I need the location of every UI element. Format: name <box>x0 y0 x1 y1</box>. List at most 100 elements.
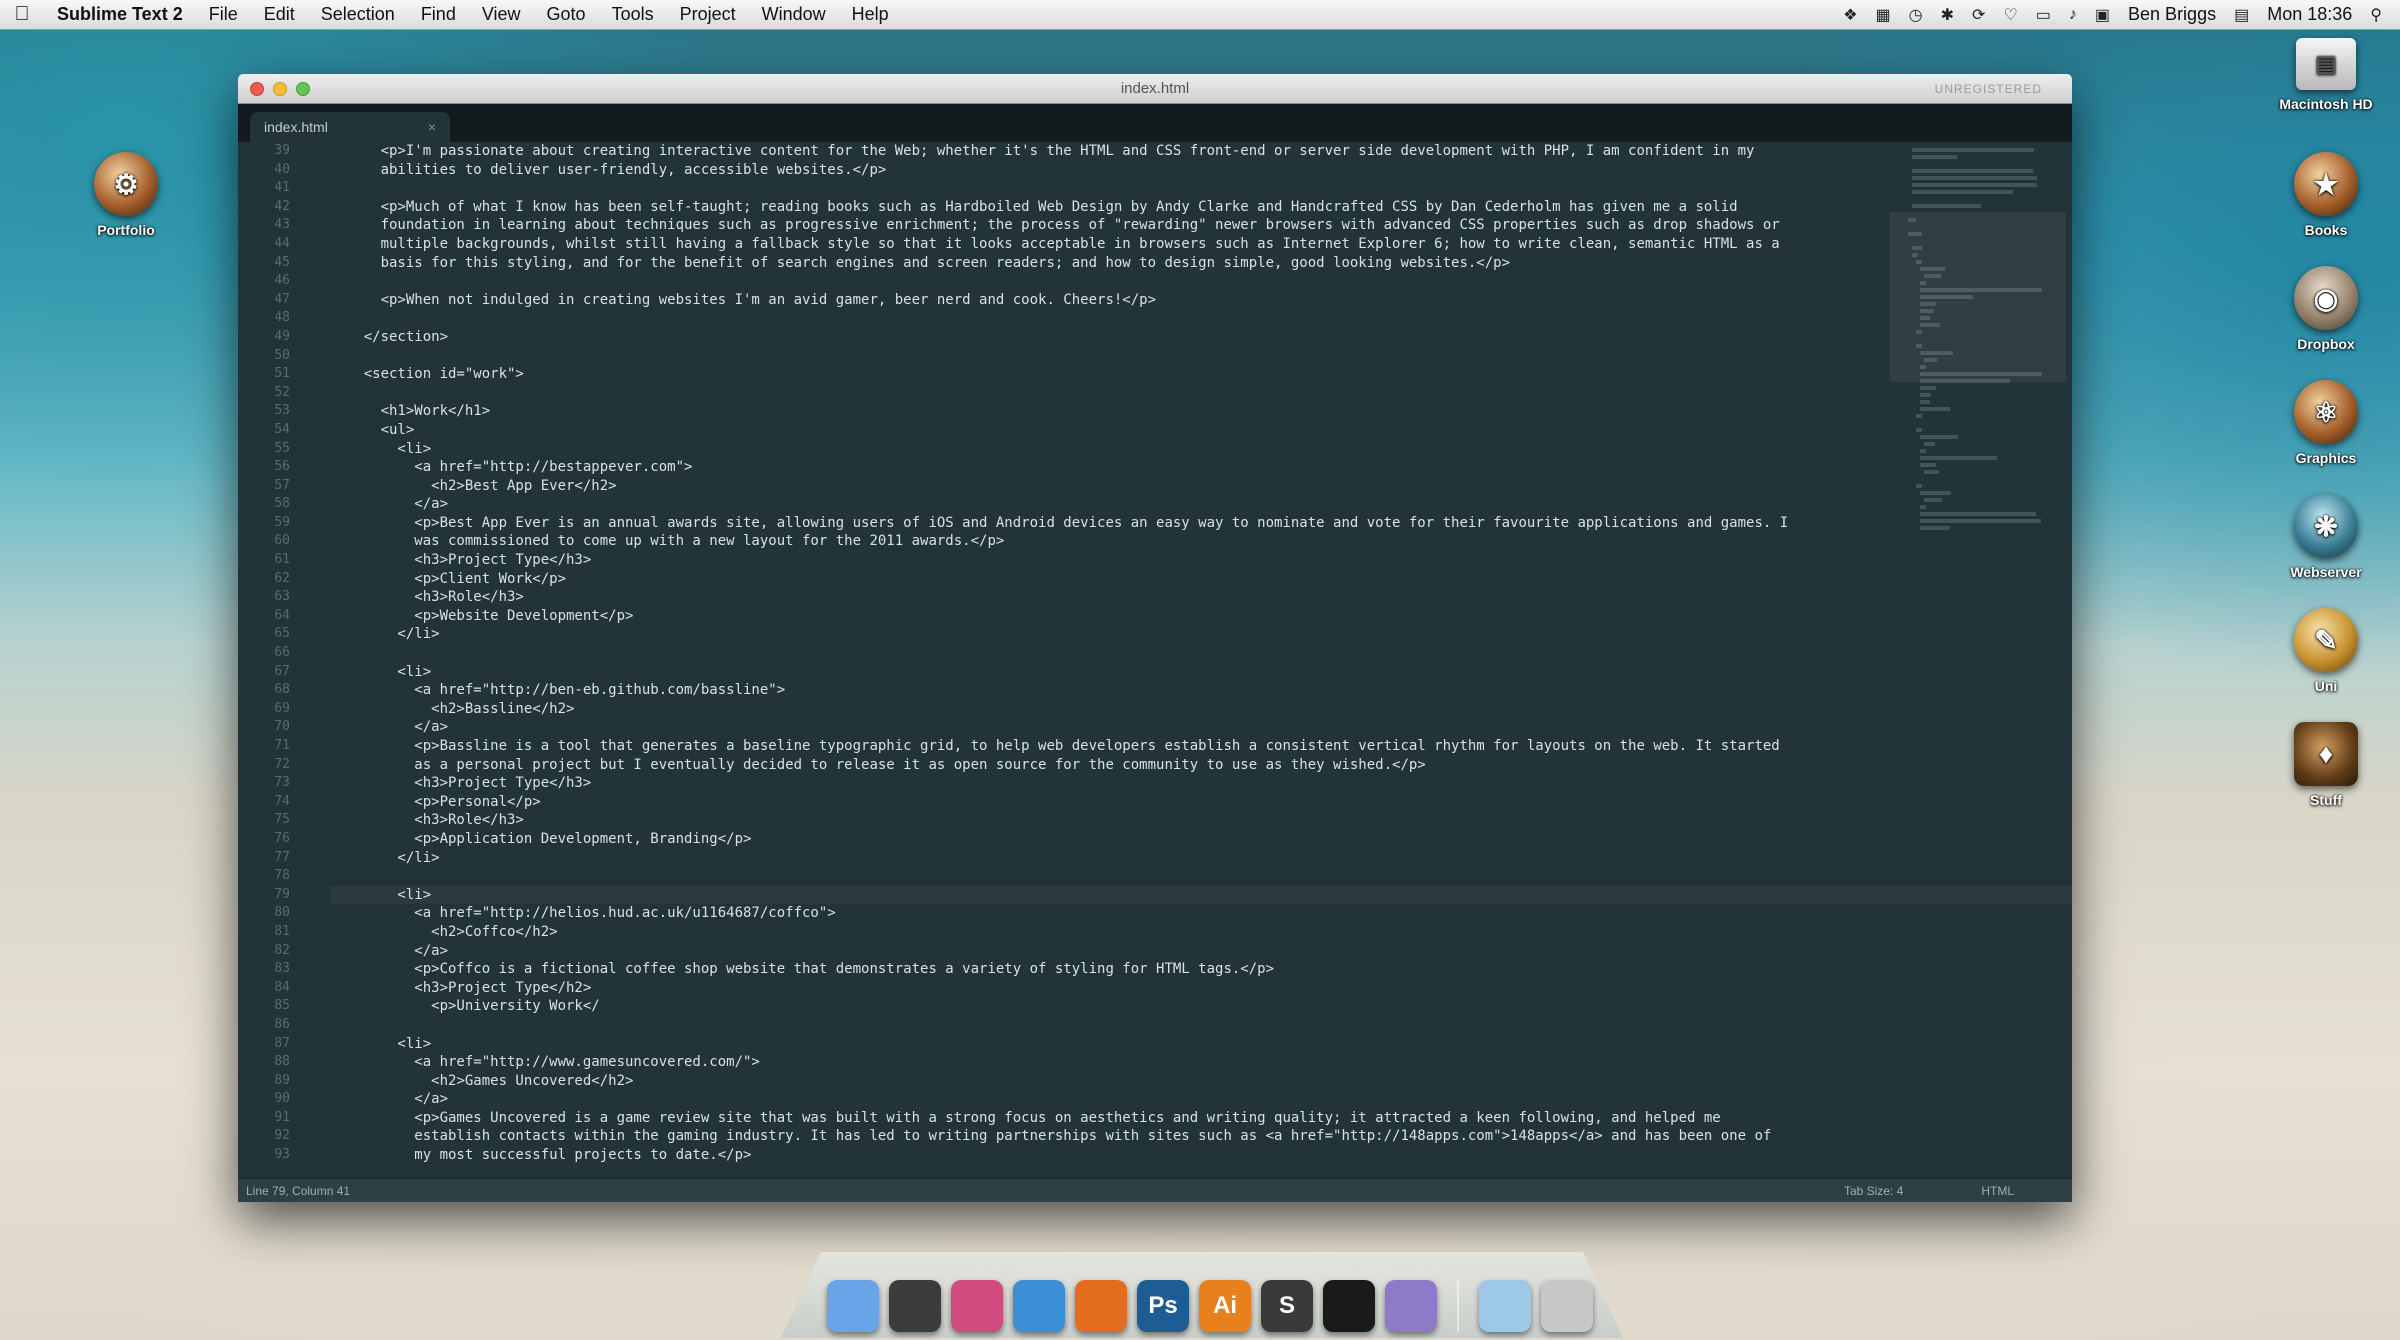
code-line[interactable]: <h1>Work</h1> <box>330 402 2072 421</box>
desktop-icon-macintosh-hd[interactable]: ▤ Macintosh HD <box>2266 38 2386 112</box>
trash-dock-icon[interactable] <box>1541 1280 1593 1332</box>
code-line[interactable]: foundation in learning about techniques … <box>330 216 2072 235</box>
launchpad-dock-icon[interactable] <box>889 1280 941 1332</box>
app-menu[interactable]: Sublime Text 2 <box>44 4 196 25</box>
close-tab-icon[interactable]: × <box>428 119 436 135</box>
desktop-icon-stuff[interactable]: ♦ Stuff <box>2266 722 2386 808</box>
code-line[interactable]: abilities to deliver user-friendly, acce… <box>330 161 2072 180</box>
desktop-icon-webserver[interactable]: ❋ Webserver <box>2266 494 2386 580</box>
sublime-text-dock-icon[interactable]: S <box>1261 1280 1313 1332</box>
bluetooth-icon[interactable]: ✱ <box>1941 5 1954 25</box>
code-line[interactable]: <h3>Project Type</h3> <box>330 551 2072 570</box>
code-line[interactable] <box>330 347 2072 366</box>
code-line[interactable]: <li> <box>330 886 2072 905</box>
desktop-icon-graphics[interactable]: ⚛ Graphics <box>2266 380 2386 466</box>
code-line[interactable]: </a> <box>330 718 2072 737</box>
code-line[interactable] <box>330 1016 2072 1035</box>
editor-area[interactable]: 39 40 41 42 43 44 45 46 47 48 49 50 51 52 53 54 55 56 57 58… <box>238 142 2072 1176</box>
code-line[interactable]: </li> <box>330 625 2072 644</box>
menu-edit[interactable]: Edit <box>251 4 308 25</box>
code-line[interactable]: <h3>Role</h3> <box>330 811 2072 830</box>
menu-view[interactable]: View <box>469 4 534 25</box>
code-line[interactable]: <p>When not indulged in creating website… <box>330 291 2072 310</box>
code-line[interactable]: </a> <box>330 1090 2072 1109</box>
code-line[interactable] <box>330 272 2072 291</box>
tab-size-indicator[interactable]: Tab Size: 4 <box>1844 1184 1903 1198</box>
volume-icon[interactable]: ♪ <box>2069 6 2077 24</box>
code-line[interactable]: <p>Website Development</p> <box>330 607 2072 626</box>
code-line[interactable]: <li> <box>330 1035 2072 1054</box>
menu-tools[interactable]: Tools <box>599 4 667 25</box>
code-line[interactable]: <li> <box>330 663 2072 682</box>
code-line[interactable]: <section id="work"> <box>330 365 2072 384</box>
finder-dock-icon[interactable] <box>827 1280 879 1332</box>
sync-icon[interactable]: ⟳ <box>1972 5 1985 25</box>
code-line[interactable]: <p>Much of what I know has been self-tau… <box>330 198 2072 217</box>
tab-index-html[interactable]: index.html × <box>250 112 450 142</box>
time-machine-icon[interactable]: ◷ <box>1909 5 1923 25</box>
menu-file[interactable]: File <box>196 4 251 25</box>
spotlight-search-icon[interactable]: ⚲ <box>2370 5 2382 25</box>
menu-goto[interactable]: Goto <box>534 4 599 25</box>
code-line[interactable]: </li> <box>330 849 2072 868</box>
code-line[interactable]: <h3>Project Type</h2> <box>330 979 2072 998</box>
archive-dock-icon[interactable] <box>1385 1280 1437 1332</box>
code-line[interactable]: <h3>Role</h3> <box>330 588 2072 607</box>
code-text[interactable]: <p>I'm passionate about creating interac… <box>330 142 2072 1165</box>
firefox-dock-icon[interactable] <box>1075 1280 1127 1332</box>
minimap-viewport[interactable] <box>1890 212 2066 382</box>
code-line[interactable]: was commissioned to come up with a new l… <box>330 532 2072 551</box>
code-line[interactable]: </a> <box>330 495 2072 514</box>
code-line[interactable]: <p>Personal</p> <box>330 793 2072 812</box>
menu-selection[interactable]: Selection <box>308 4 408 25</box>
minimap[interactable] <box>1886 142 2072 572</box>
user-name[interactable]: Ben Briggs <box>2128 4 2216 25</box>
desktop-icon-portfolio[interactable]: ⚙ Portfolio <box>66 152 186 238</box>
code-line[interactable]: <p>Best App Ever is an annual awards sit… <box>330 514 2072 533</box>
code-line[interactable]: my most successful projects to date.</p> <box>330 1146 2072 1165</box>
photo-booth-dock-icon[interactable] <box>951 1280 1003 1332</box>
wifi-icon[interactable]: ♡ <box>2003 5 2017 25</box>
app-status-icon[interactable]: ▦ <box>1876 5 1891 25</box>
code-line[interactable] <box>330 867 2072 886</box>
code-line[interactable]: <h2>Best App Ever</h2> <box>330 477 2072 496</box>
code-line[interactable] <box>330 384 2072 403</box>
code-line[interactable]: <p>Client Work</p> <box>330 570 2072 589</box>
code-line[interactable]: <a href="http://helios.hud.ac.uk/u116468… <box>330 904 2072 923</box>
code-line[interactable]: </section> <box>330 328 2072 347</box>
code-line[interactable]: <a href="http://ben-eb.github.com/bassli… <box>330 681 2072 700</box>
syntax-indicator[interactable]: HTML <box>1981 1184 2014 1198</box>
code-line[interactable]: <li> <box>330 440 2072 459</box>
code-line[interactable]: establish contacts within the gaming ind… <box>330 1127 2072 1146</box>
code-line[interactable] <box>330 309 2072 328</box>
dropbox-status-icon[interactable]: ❖ <box>1843 5 1857 25</box>
clock[interactable]: Mon 18:36 <box>2267 4 2352 25</box>
code-line[interactable]: <h2>Games Uncovered</h2> <box>330 1072 2072 1091</box>
safari-dock-icon[interactable] <box>1013 1280 1065 1332</box>
code-line[interactable]: basis for this styling, and for the bene… <box>330 254 2072 273</box>
desktop-icon-uni[interactable]: ✎ Uni <box>2266 608 2386 694</box>
code-line[interactable]: <p>University Work</ <box>330 997 2072 1016</box>
desktop-icon-books[interactable]: ★ Books <box>2266 152 2386 238</box>
illustrator-dock-icon[interactable]: Ai <box>1199 1280 1251 1332</box>
code-line[interactable]: <p>Games Uncovered is a game review site… <box>330 1109 2072 1128</box>
menu-project[interactable]: Project <box>667 4 749 25</box>
code-line[interactable] <box>330 644 2072 663</box>
window-titlebar[interactable]: index.html UNREGISTERED <box>238 74 2072 104</box>
code-line[interactable]: <ul> <box>330 421 2072 440</box>
downloads-dock-icon[interactable] <box>1479 1280 1531 1332</box>
apple-menu-icon[interactable]:  <box>0 3 44 26</box>
photoshop-dock-icon[interactable]: Ps <box>1137 1280 1189 1332</box>
code-line[interactable]: <h2>Bassline</h2> <box>330 700 2072 719</box>
code-line[interactable]: <h2>Coffco</h2> <box>330 923 2072 942</box>
code-line[interactable]: <p>I'm passionate about creating interac… <box>330 142 2072 161</box>
menu-window[interactable]: Window <box>749 4 839 25</box>
desktop-icon-dropbox[interactable]: ◉ Dropbox <box>2266 266 2386 352</box>
code-line[interactable]: <p>Coffco is a fictional coffee shop web… <box>330 960 2072 979</box>
code-line[interactable]: <h3>Project Type</h3> <box>330 774 2072 793</box>
code-line[interactable]: as a personal project but I eventually d… <box>330 756 2072 775</box>
calendar-icon[interactable]: ▣ <box>2095 5 2110 25</box>
terminal-dock-icon[interactable] <box>1323 1280 1375 1332</box>
code-line[interactable] <box>330 179 2072 198</box>
menu-help[interactable]: Help <box>839 4 902 25</box>
